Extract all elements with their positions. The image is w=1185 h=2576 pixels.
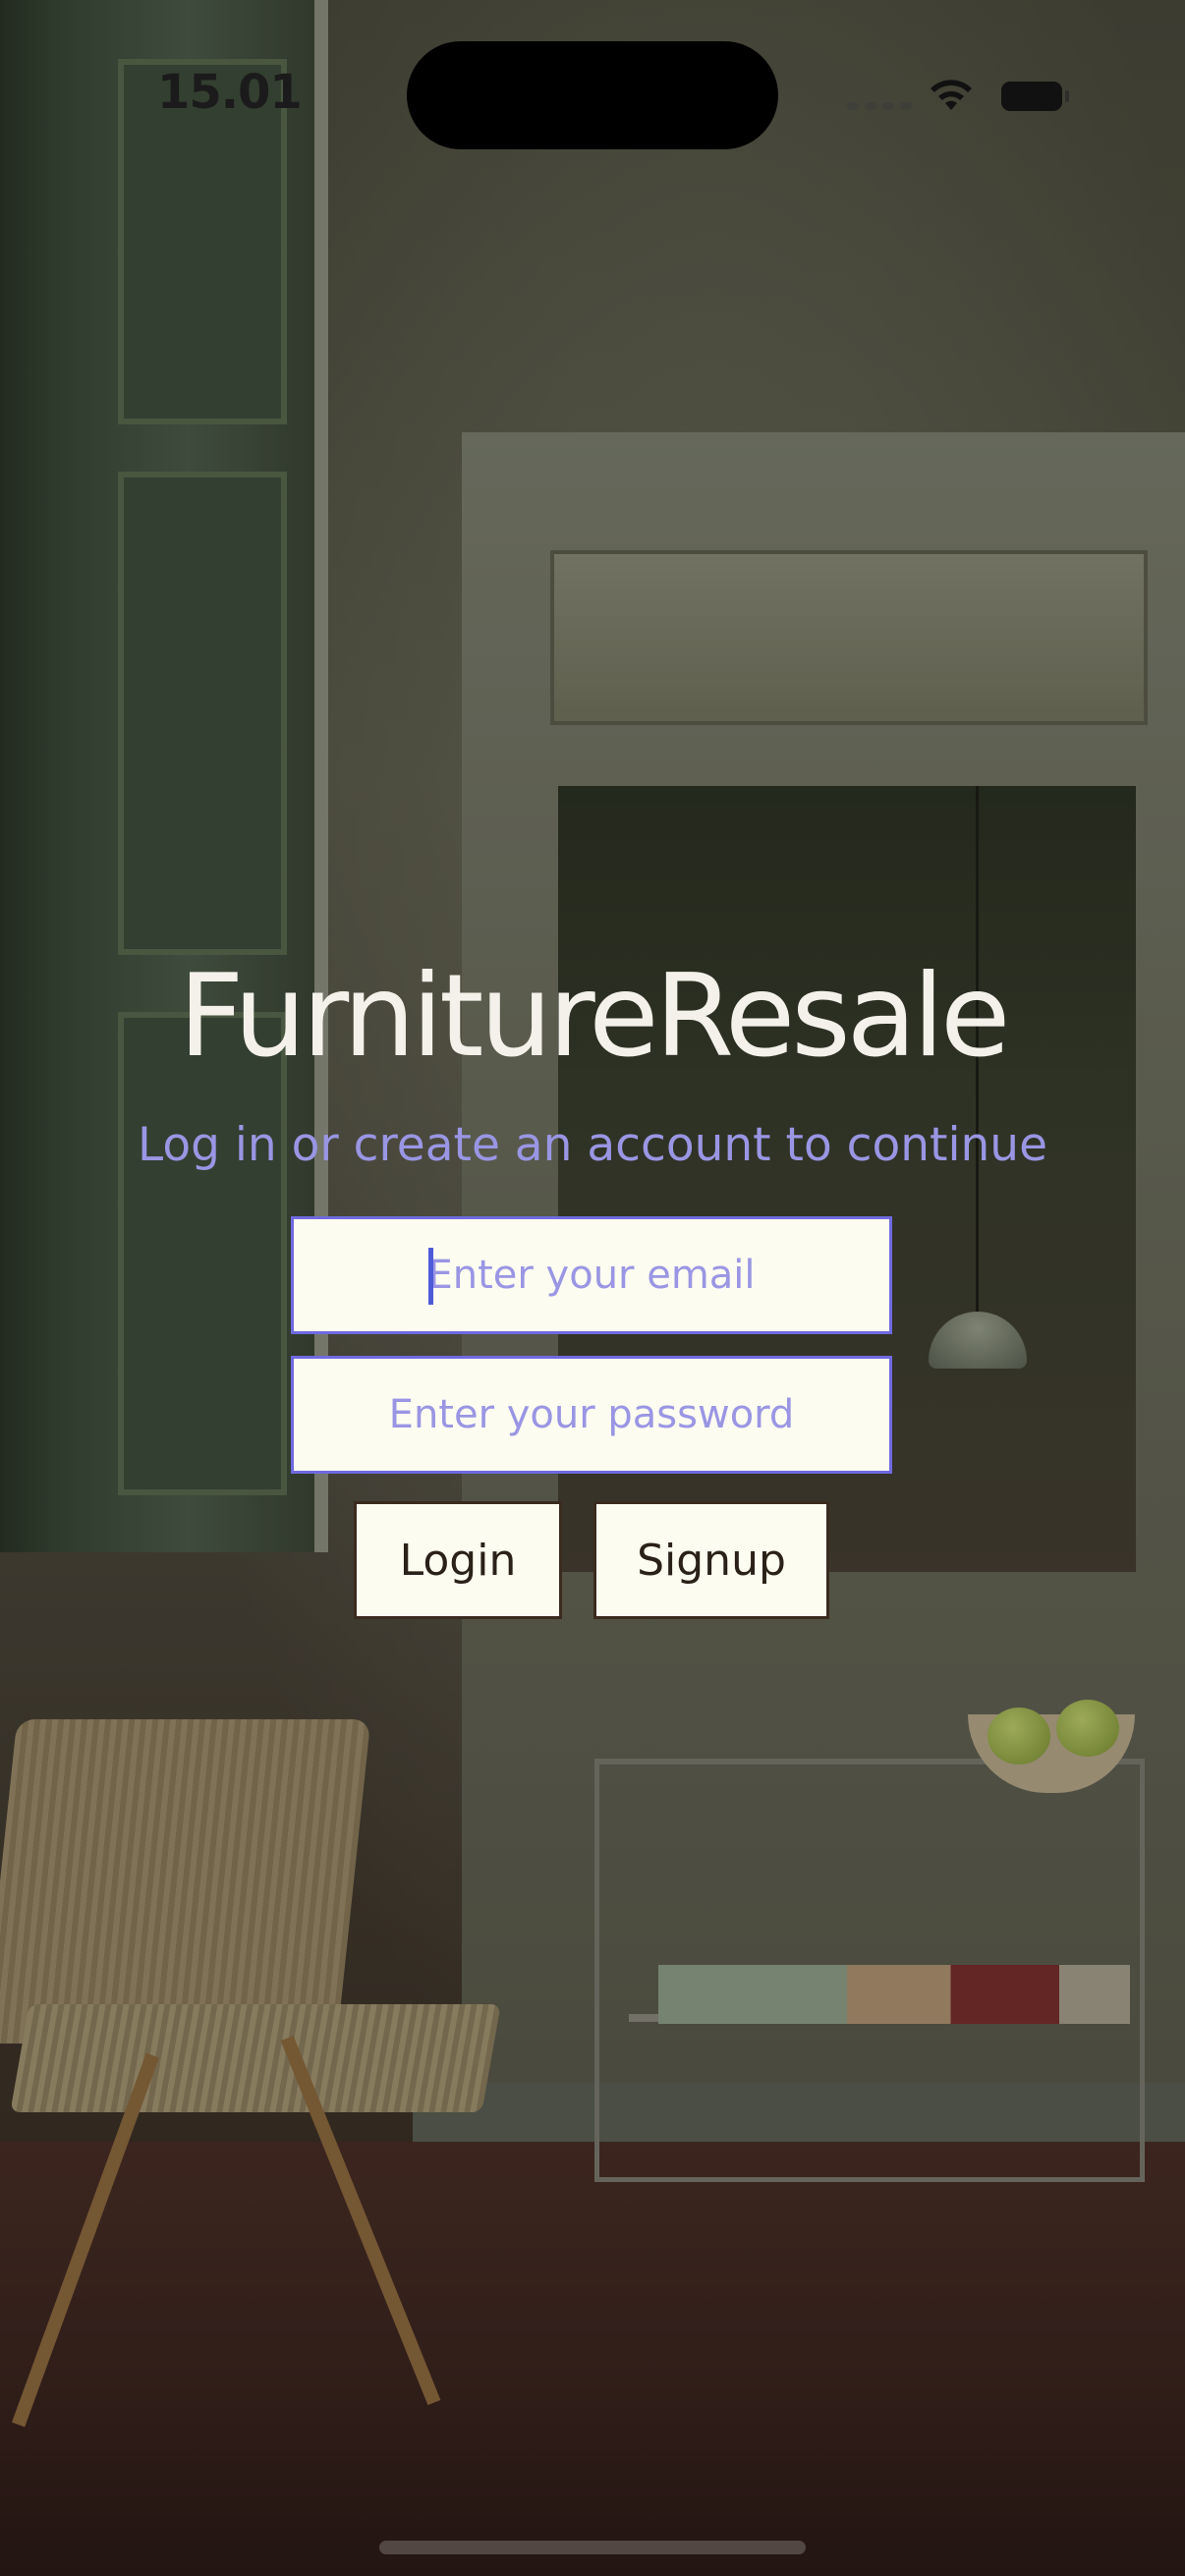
cellular-signal-icon [847, 102, 912, 110]
login-screen: 15.01 FurnitureResale Log in or create a… [0, 0, 1185, 2576]
text-cursor [428, 1248, 433, 1305]
signup-button[interactable]: Signup [593, 1501, 829, 1619]
wifi-icon [931, 80, 972, 110]
email-field[interactable] [291, 1216, 892, 1334]
app-title: FurnitureResale [178, 950, 1011, 1083]
home-indicator[interactable] [379, 2541, 806, 2554]
password-field[interactable] [291, 1356, 892, 1474]
login-button[interactable]: Login [354, 1501, 562, 1619]
login-subtitle: Log in or create an account to continue [137, 1118, 1048, 1172]
status-bar-time: 15.01 [157, 65, 303, 120]
dynamic-island [407, 41, 778, 149]
battery-icon [1001, 82, 1069, 111]
